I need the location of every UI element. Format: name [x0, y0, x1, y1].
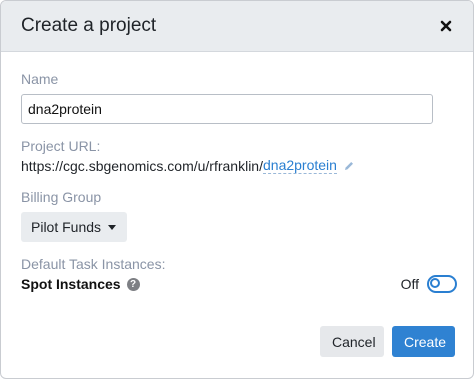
pencil-icon-glyph [344, 161, 353, 170]
create-button[interactable]: Create [392, 326, 455, 357]
help-icon[interactable]: ? [126, 277, 140, 291]
project-url-base: https://cgc.sbgenomics.com/u/rfranklin/ [21, 157, 263, 174]
name-label: Name [21, 71, 59, 87]
pencil-icon[interactable] [343, 160, 355, 172]
project-url-slug[interactable]: dna2protein [263, 157, 337, 174]
toggle-knob [430, 278, 440, 288]
spot-instances-label: Spot Instances [21, 276, 121, 292]
caret-down-icon [108, 224, 117, 230]
spot-instances-row: Spot Instances ? Off [21, 275, 457, 293]
close-icon[interactable] [435, 15, 457, 37]
dialog-header: Create a project [1, 1, 473, 52]
billing-group-value: Pilot Funds [31, 219, 102, 235]
close-icon-glyph [440, 20, 452, 32]
spot-instances-label-group: Spot Instances ? [21, 276, 140, 292]
billing-group-label: Billing Group [21, 189, 102, 205]
project-name-input[interactable] [21, 94, 433, 124]
spot-instances-toggle[interactable] [427, 275, 457, 293]
project-url-label: Project URL: [21, 138, 101, 154]
dialog-body: Name Project URL: https://cgc.sbgenomics… [1, 71, 473, 293]
default-task-instances-label: Default Task Instances: [21, 256, 166, 272]
spot-instances-control: Off [401, 275, 457, 293]
project-url: https://cgc.sbgenomics.com/u/rfranklin/d… [21, 157, 453, 174]
billing-group-dropdown[interactable]: Pilot Funds [21, 212, 128, 242]
cancel-button[interactable]: Cancel [320, 326, 384, 357]
create-project-dialog: Create a project Name Project URL: https… [0, 0, 474, 379]
dialog-footer: Cancel Create [320, 326, 455, 357]
spot-instances-state: Off [400, 276, 419, 292]
dialog-title: Create a project [21, 15, 157, 36]
